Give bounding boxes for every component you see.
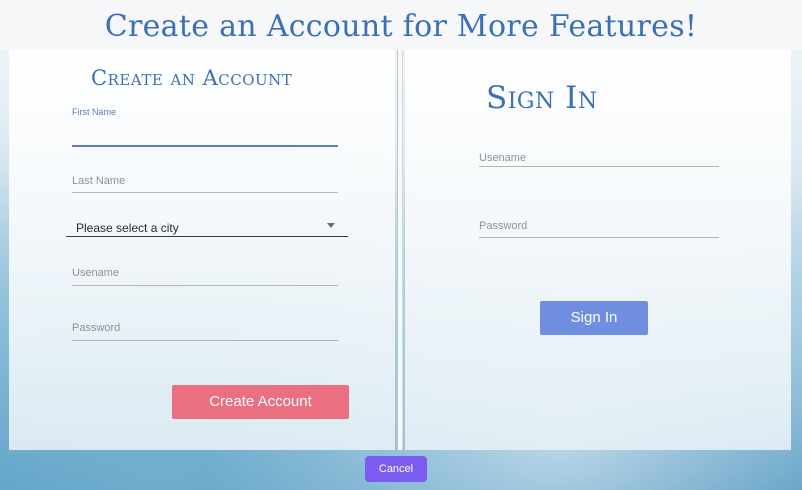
username-label: Usename [72,267,120,279]
cancel-button[interactable]: Cancel [365,456,427,482]
password-underline [72,340,338,341]
signin-username-underline [479,166,719,167]
signin-password-underline [479,237,719,238]
first-name-label: First Name [72,107,117,117]
signin-username-field[interactable]: Usename [479,152,719,167]
signin-password-field[interactable]: Password [479,219,719,238]
city-select-value: Please select a city [76,221,179,235]
signin-username-label: Usename [479,152,527,164]
sign-in-heading: Sign In [486,80,598,116]
signin-password-label: Password [479,220,528,232]
city-select[interactable]: Please select a city [66,220,348,237]
username-field[interactable]: Usename [72,266,338,286]
username-underline [72,285,338,286]
first-name-field[interactable]: First Name [72,107,338,147]
last-name-field[interactable]: Last Name [72,174,338,193]
create-account-button[interactable]: Create Account [172,385,349,419]
city-select-underline [66,236,348,237]
last-name-label: Last Name [72,175,126,187]
caret-down-icon [327,223,335,228]
sign-in-panel [405,50,791,450]
sign-in-button[interactable]: Sign In [540,301,648,335]
page-title: Create an Account for More Features! [104,9,698,44]
last-name-underline [72,192,338,193]
first-name-underline [72,145,338,147]
panel-divider [397,50,403,450]
create-account-heading: Create an Account [91,66,293,90]
password-label: Password [72,322,121,334]
password-field[interactable]: Password [72,321,338,341]
